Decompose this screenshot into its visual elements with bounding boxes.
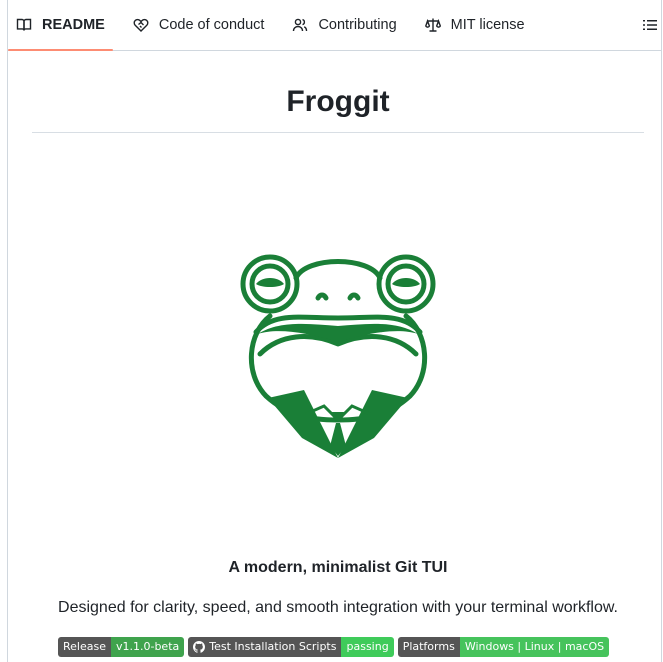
test-installation-badge-text: Test Installation Scripts [209, 640, 337, 653]
tab-code-of-conduct[interactable]: Code of conduct [125, 0, 273, 50]
github-icon [193, 641, 206, 653]
tab-contributing[interactable]: Contributing [284, 0, 404, 50]
release-badge-value: v1.1.0-beta [110, 637, 185, 657]
list-outline-icon[interactable] [642, 17, 658, 33]
tab-mit-license[interactable]: MIT license [417, 0, 533, 50]
tab-mit-license-label: MIT license [450, 17, 525, 33]
readme-description: Designed for clarity, speed, and smooth … [58, 599, 618, 616]
readme-title: Froggit [286, 85, 390, 118]
readme-tagline: A modern, minimalist Git TUI [228, 559, 448, 576]
platforms-badge-value: Windows | Linux | macOS [459, 637, 610, 657]
people-icon [292, 17, 308, 33]
tab-code-of-conduct-label: Code of conduct [158, 17, 265, 33]
law-scale-icon [424, 17, 441, 33]
test-installation-badge-value: passing [341, 637, 394, 657]
test-installation-badge[interactable]: Test Installation Scripts passing [188, 637, 394, 657]
platforms-badge-label: Platforms [397, 637, 460, 657]
heart-handshake-icon [133, 17, 149, 33]
test-installation-badge-label: Test Installation Scripts [188, 637, 342, 657]
platforms-badge[interactable]: Platforms Windows | Linux | macOS [397, 637, 610, 657]
badge-row: Release v1.1.0-beta Test Installation Sc… [58, 637, 610, 657]
release-badge-label: Release [58, 637, 111, 657]
book-icon [16, 17, 32, 33]
tab-readme-label: README [42, 17, 105, 33]
release-badge[interactable]: Release v1.1.0-beta [58, 637, 185, 657]
tab-contributing-label: Contributing [318, 17, 397, 33]
title-divider [32, 132, 644, 133]
readme-tab-bar: README Code of conduct Contributing MIT … [8, 0, 662, 51]
tab-readme[interactable]: README [8, 0, 113, 51]
frog-logo [240, 248, 436, 458]
